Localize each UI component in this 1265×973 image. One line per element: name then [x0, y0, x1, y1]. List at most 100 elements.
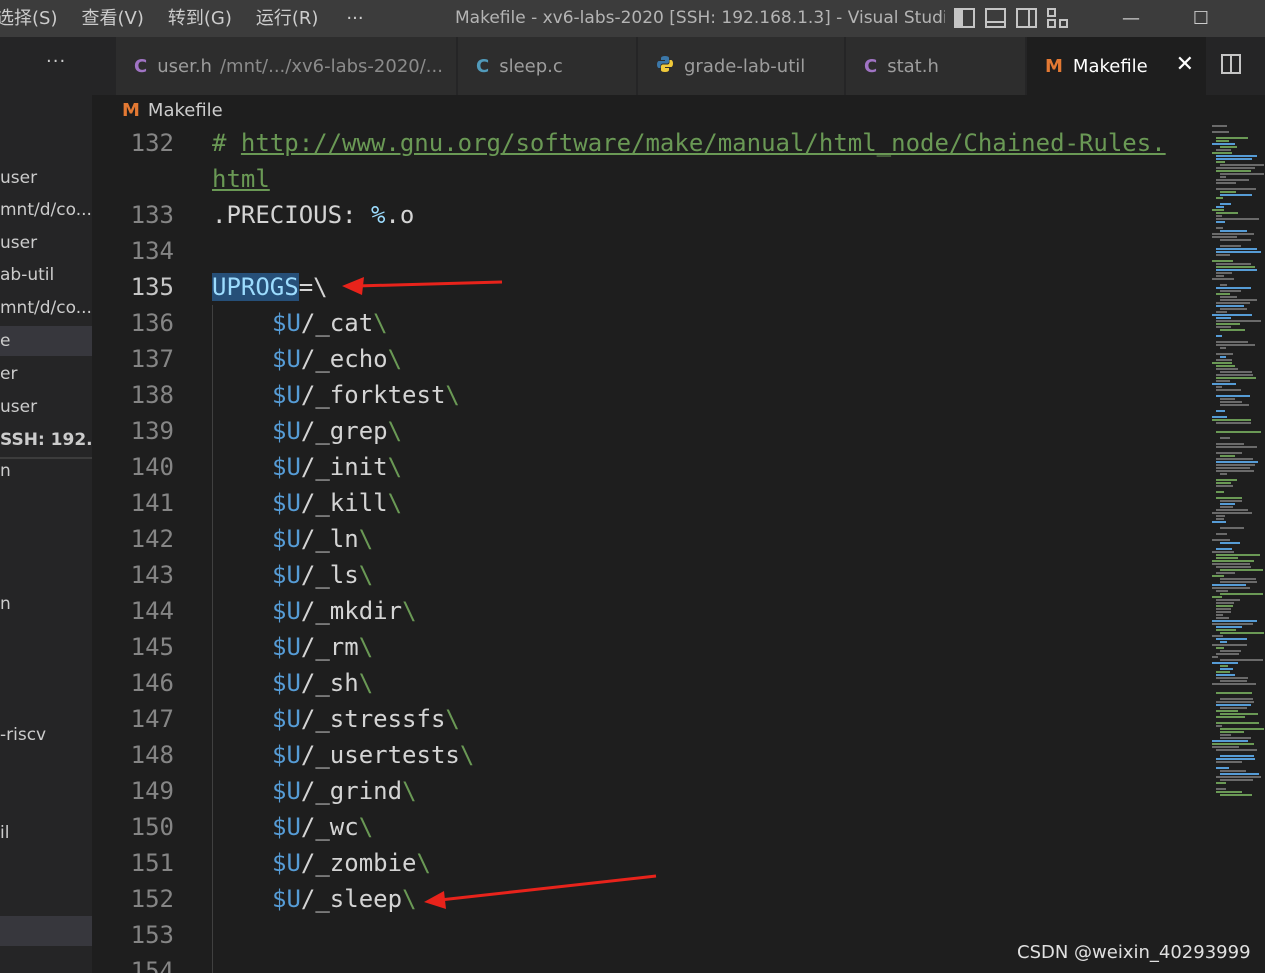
code-line[interactable]: $U/_stressfs\	[272, 701, 460, 737]
code-line[interactable]: $U/_mkdir\	[272, 593, 417, 629]
sidebar-item[interactable]: er	[0, 359, 92, 389]
minimap-line	[1216, 272, 1232, 274]
minimap-line	[1216, 572, 1235, 574]
sidebar-item[interactable]: user	[0, 392, 92, 422]
split-editor-icon[interactable]	[1221, 54, 1241, 74]
code-line[interactable]: $U/_ln\	[272, 521, 373, 557]
code-line[interactable]: $U/_grind\	[272, 773, 417, 809]
code-line[interactable]: UPROGS=\	[212, 269, 328, 305]
line-number: 137	[130, 345, 174, 373]
title-bar: 选择(S) 查看(V) 转到(G) 运行(R) ··· Makefile - x…	[0, 0, 1265, 37]
sidebar-item-selected[interactable]: e	[0, 326, 92, 356]
tab-grade-lab-util[interactable]: grade-lab-util	[638, 37, 845, 95]
code-token: /_stressfs	[300, 705, 446, 733]
tab-sleep-c[interactable]: C sleep.c	[458, 37, 637, 95]
minimap-line	[1212, 131, 1229, 133]
minimize-button[interactable]: —	[1108, 0, 1154, 37]
minimap-line	[1216, 782, 1226, 784]
minimap-line	[1216, 221, 1225, 223]
sidebar-more-button[interactable]: ···	[46, 51, 66, 72]
toggle-secondary-sidebar-icon[interactable]	[1016, 8, 1037, 28]
code-variable: $U	[272, 813, 301, 841]
toggle-primary-sidebar-icon[interactable]	[954, 8, 975, 28]
toggle-panel-icon[interactable]	[985, 8, 1006, 28]
code-line[interactable]: $U/_usertests\	[272, 737, 474, 773]
minimap-line	[1220, 659, 1263, 661]
menu-item-select[interactable]: 选择(S)	[0, 0, 69, 37]
close-icon[interactable]: ✕	[1176, 54, 1194, 76]
minimap-line	[1212, 236, 1237, 238]
code-line[interactable]: # http://www.gnu.org/software/make/manua…	[212, 125, 1166, 161]
menu-item-view[interactable]: 查看(V)	[69, 0, 155, 37]
minimap-line	[1216, 317, 1231, 319]
minimap-line	[1216, 647, 1224, 649]
code-line[interactable]: $U/_forktest\	[272, 377, 460, 413]
code-line[interactable]: $U/_cat\	[272, 305, 388, 341]
tab-user-h[interactable]: C user.h /mnt/.../xv6-labs-2020/...	[116, 37, 457, 95]
sidebar-item[interactable]: mnt/d/co...	[0, 195, 92, 225]
code-line[interactable]: $U/_sh\	[272, 665, 373, 701]
sidebar-item[interactable]: user	[0, 228, 92, 258]
minimap-line	[1212, 740, 1248, 742]
code-line[interactable]: $U/_ls\	[272, 557, 373, 593]
code-token: \	[445, 381, 460, 409]
tab-makefile[interactable]: M Makefile ✕	[1027, 37, 1207, 95]
menu-more-button[interactable]: ···	[330, 0, 379, 37]
code-variable: $U	[272, 633, 301, 661]
minimap-line	[1216, 446, 1257, 448]
code-line[interactable]: $U/_sleep\	[272, 881, 417, 917]
minimap-line	[1216, 758, 1255, 760]
breadcrumb-item-makefile[interactable]: Makefile	[148, 100, 223, 121]
minimap-line	[1216, 137, 1248, 139]
sidebar-item[interactable]: user	[0, 163, 92, 193]
code-line[interactable]: $U/_echo\	[272, 341, 402, 377]
minimap-line	[1212, 656, 1218, 658]
customize-layout-icon[interactable]	[1047, 8, 1069, 28]
code-line[interactable]: $U/_wc\	[272, 809, 373, 845]
code-token: /_echo	[300, 345, 388, 373]
minimap-line	[1220, 728, 1264, 730]
minimap-line	[1216, 374, 1253, 376]
minimap-line	[1216, 293, 1230, 295]
code-token: \	[358, 813, 374, 841]
minimap-line	[1216, 710, 1238, 712]
tab-stat-h[interactable]: C stat.h	[846, 37, 1026, 95]
code-line[interactable]: .PRECIOUS: %.o	[212, 197, 414, 233]
menu-item-goto[interactable]: 转到(G)	[156, 0, 244, 37]
sidebar-item[interactable]: n	[0, 456, 92, 486]
sidebar-item-highlighted[interactable]	[0, 916, 92, 946]
sidebar-item[interactable]: n	[0, 589, 92, 619]
makefile-icon: M	[122, 99, 140, 121]
minimap-line	[1220, 581, 1257, 583]
minimap-line	[1216, 305, 1244, 307]
sidebar-item[interactable]: ab-util	[0, 260, 92, 290]
minimap-line	[1220, 455, 1235, 457]
sidebar-section-header[interactable]: SSH: 192....	[0, 425, 92, 455]
sidebar-item-label: mnt/d/co...	[0, 200, 92, 220]
minimap-line	[1220, 794, 1252, 796]
minimap-line	[1220, 680, 1247, 682]
code-line[interactable]: $U/_zombie\	[272, 845, 431, 881]
minimap[interactable]	[1202, 95, 1265, 973]
sidebar-item[interactable]: il	[0, 818, 92, 848]
minimap-line	[1216, 653, 1239, 655]
code-line[interactable]: $U/_kill\	[272, 485, 402, 521]
menu-item-run[interactable]: 运行(R)	[244, 0, 331, 37]
minimap-line	[1212, 746, 1239, 748]
code-editor[interactable]: 132 # http://www.gnu.org/software/make/ma…	[92, 125, 1202, 973]
minimap-line	[1216, 602, 1234, 604]
window-title: Makefile - xv6-labs-2020 [SSH: 192.168.1…	[455, 8, 945, 28]
code-line[interactable]: html	[212, 161, 270, 197]
line-number: 147	[130, 705, 174, 733]
sidebar-item[interactable]: -riscv	[0, 720, 92, 750]
code-line[interactable]: $U/_rm\	[272, 629, 373, 665]
minimap-line	[1216, 266, 1255, 268]
code-token: /_rm	[300, 633, 359, 661]
maximize-button[interactable]: ☐	[1178, 0, 1224, 37]
code-variable: $U	[272, 453, 301, 481]
code-line[interactable]: $U/_grep\	[272, 413, 402, 449]
minimap-line	[1216, 701, 1254, 703]
sidebar-item[interactable]: mnt/d/co...	[0, 293, 92, 323]
line-number: 154	[130, 957, 174, 973]
code-line[interactable]: $U/_init\	[272, 449, 402, 485]
